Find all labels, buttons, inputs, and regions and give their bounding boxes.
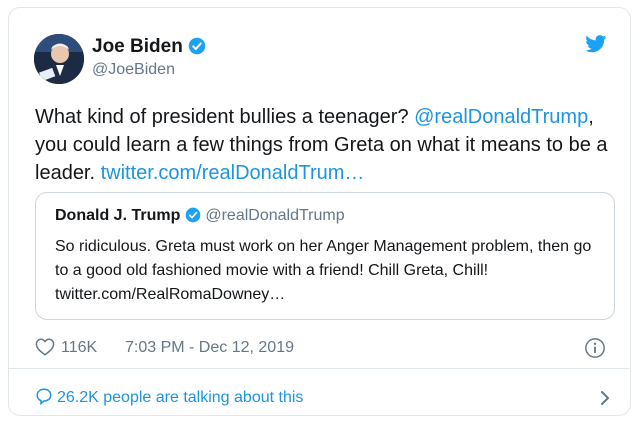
conversation-link[interactable]: 26.2K people are talking about this	[35, 384, 627, 414]
quoted-author-name: Donald J. Trump	[55, 207, 181, 224]
tweet-url-link[interactable]: twitter.com/realDonaldTrum…	[101, 162, 365, 184]
quoted-author-handle: @realDonaldTrump	[205, 207, 345, 224]
heart-icon[interactable]	[35, 338, 55, 361]
avatar-photo-icon	[34, 34, 84, 84]
quoted-author: Donald J. Trump @realDonaldTrump	[55, 207, 345, 228]
quoted-link: twitter.com/RealRomaDowney…	[55, 286, 286, 303]
info-icon[interactable]	[584, 337, 606, 364]
divider	[9, 368, 630, 369]
author-handle[interactable]: @JoeBiden	[92, 61, 175, 79]
talking-label: 26.2K people are talking about this	[57, 389, 304, 406]
avatar[interactable]	[34, 34, 84, 84]
chevron-right-icon[interactable]	[599, 388, 611, 413]
quoted-text-body: So ridiculous. Greta must work on her An…	[55, 238, 592, 279]
tweet-meta: 116K 7:03 PM - Dec 12, 2019	[35, 333, 627, 363]
twitter-bird-icon[interactable]	[585, 35, 607, 58]
quoted-text: So ridiculous. Greta must work on her An…	[55, 235, 605, 307]
tweet-card: Joe Biden @JoeBiden What kind of preside…	[8, 7, 631, 416]
author-name[interactable]: Joe Biden	[92, 36, 206, 61]
tweet-text: What kind of president bullies a teenage…	[35, 103, 625, 187]
like-count[interactable]: 116K	[61, 339, 97, 357]
verified-badge-icon	[188, 37, 206, 61]
mention-link[interactable]: @realDonaldTrump	[414, 106, 588, 128]
quoted-tweet[interactable]: Donald J. Trump @realDonaldTrump So ridic…	[35, 192, 615, 320]
tweet-text-part: What kind of president bullies a teenage…	[35, 106, 415, 128]
verified-badge-icon	[185, 207, 201, 228]
speech-bubble-icon	[35, 386, 53, 411]
author-name-text: Joe Biden	[92, 36, 183, 57]
timestamp[interactable]: 7:03 PM - Dec 12, 2019	[125, 339, 294, 357]
